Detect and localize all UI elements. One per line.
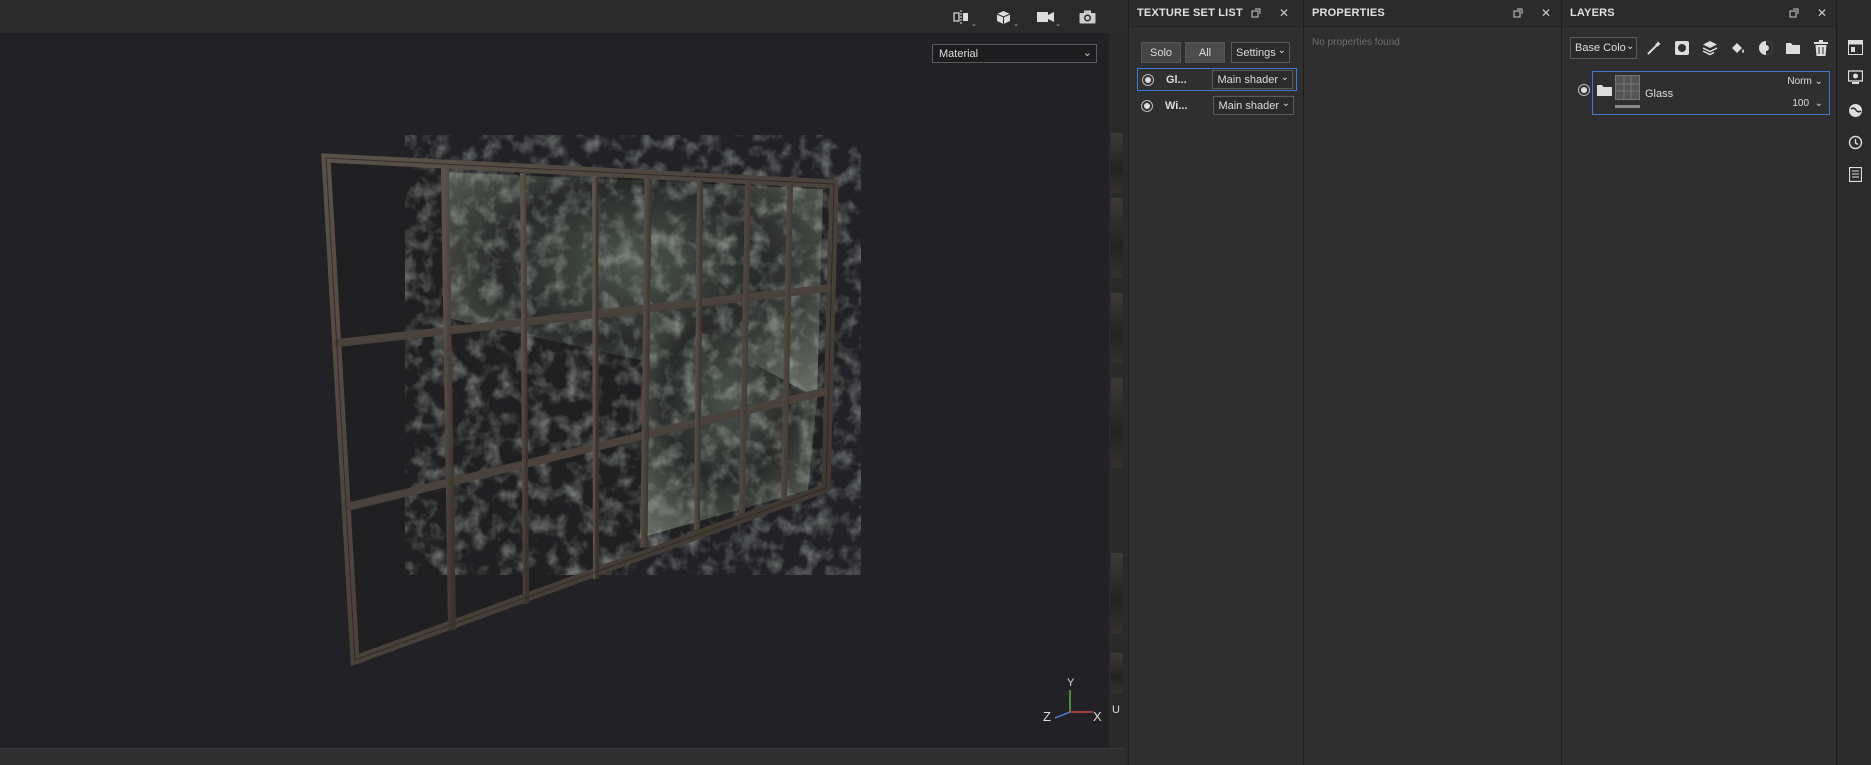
layers-toolbar: Base Colo ⌄ (1570, 36, 1832, 60)
strip-thumbnail (1111, 378, 1123, 468)
chevron-down-icon: ⌄ (1280, 72, 1289, 83)
layers-panel: LAYERS ✕ Base Colo ⌄ Glass Norm ⌄ 100 ⌄ (1561, 0, 1836, 765)
opacity-value: 100 (1792, 98, 1810, 109)
layer-visibility-toggle[interactable] (1578, 84, 1590, 96)
strip-thumbnail (1111, 198, 1123, 278)
texture-set-controls: Solo All (1141, 42, 1225, 63)
texture-set-row[interactable]: Gl... Main shader ⌄ (1137, 68, 1297, 91)
shelf-icon[interactable] (1845, 37, 1865, 57)
symmetry-icon[interactable]: ⌄ (947, 6, 977, 28)
axis-x-label: X (1093, 709, 1102, 724)
add-fill-layer-icon[interactable] (1699, 37, 1721, 59)
add-effect-icon[interactable] (1755, 37, 1777, 59)
trash-icon[interactable] (1810, 37, 1832, 59)
right-sidebar (1836, 0, 1871, 765)
axis-y-label: Y (1067, 677, 1075, 689)
strip-thumbnail (1111, 653, 1123, 693)
camera-icon[interactable]: ⌄ (1031, 6, 1061, 28)
undock-icon[interactable] (1787, 6, 1801, 20)
axis-gizmo: Y X Z (1043, 677, 1102, 724)
add-paint-layer-icon[interactable] (1727, 37, 1749, 59)
properties-panel: PROPERTIES ✕ No properties found (1303, 0, 1561, 765)
texture-set-name: Wi... (1165, 99, 1188, 112)
texture-set-list-header: TEXTURE SET LIST ✕ (1129, 0, 1303, 27)
shader-value: Main shader (1218, 99, 1279, 112)
texture-set-row[interactable]: Wi... Main shader ⌄ (1137, 94, 1297, 117)
channel-select[interactable]: Base Colo ⌄ (1570, 37, 1638, 59)
environment-icon[interactable] (1845, 100, 1865, 120)
all-button[interactable]: All (1185, 42, 1225, 63)
viewport-side-strip: U (1109, 33, 1125, 748)
display-settings-icon[interactable] (1845, 67, 1865, 87)
3d-viewport[interactable]: ⌄ ⌄ ⌄ Material ⌄ Y X Z (0, 0, 1125, 765)
log-icon[interactable] (1845, 164, 1865, 184)
close-icon[interactable]: ✕ (1277, 6, 1291, 20)
visibility-radio[interactable] (1141, 99, 1153, 112)
close-icon[interactable]: ✕ (1815, 6, 1829, 20)
3d-model-window-frame[interactable] (0, 33, 1109, 748)
undock-icon[interactable] (1249, 6, 1263, 20)
solo-button[interactable]: Solo (1141, 42, 1181, 63)
folder-icon (1597, 84, 1612, 99)
layer-thumbnail (1615, 75, 1640, 100)
panel-title: PROPERTIES (1312, 7, 1385, 19)
add-folder-icon[interactable] (1782, 37, 1804, 59)
properties-header: PROPERTIES ✕ (1304, 0, 1561, 27)
texture-set-list-panel: TEXTURE SET LIST ✕ Solo All Settings ⌄ G… (1128, 0, 1303, 765)
strip-thumbnail (1111, 133, 1123, 193)
shader-select[interactable]: Main shader ⌄ (1213, 96, 1294, 115)
channel-value: Base Colo (1575, 42, 1626, 54)
chevron-down-icon: ⌄ (1281, 98, 1290, 109)
layers-header: LAYERS ✕ (1562, 0, 1836, 27)
settings-dropdown[interactable]: Settings ⌄ (1231, 42, 1290, 63)
screenshot-icon[interactable] (1073, 6, 1101, 28)
opacity-dropdown[interactable]: 100 ⌄ (1792, 98, 1823, 109)
blend-mode-value: Norm (1787, 76, 1812, 87)
axis-z-label: Z (1043, 709, 1051, 724)
layer-thumbnail-bar (1615, 105, 1640, 108)
chevron-down-icon: ⌄ (1055, 21, 1061, 28)
texture-set-name: Gl... (1166, 73, 1187, 86)
undock-icon[interactable] (1511, 6, 1525, 20)
panel-title: LAYERS (1570, 7, 1615, 19)
blend-mode-dropdown[interactable]: Norm ⌄ (1787, 76, 1823, 87)
viewport-toolbar: ⌄ ⌄ ⌄ (0, 0, 1109, 33)
panel-title: TEXTURE SET LIST (1137, 7, 1243, 19)
history-icon[interactable] (1845, 132, 1865, 152)
viewport-tools: ⌄ ⌄ ⌄ (947, 4, 1109, 30)
shader-select[interactable]: Main shader ⌄ (1212, 70, 1293, 89)
chevron-down-icon: ⌄ (1626, 41, 1635, 52)
magic-wand-icon[interactable] (1643, 37, 1665, 59)
chevron-down-icon: ⌄ (1013, 21, 1019, 28)
layer-row[interactable]: Glass Norm ⌄ 100 ⌄ (1592, 71, 1830, 115)
chevron-down-icon: ⌄ (1277, 45, 1286, 56)
visibility-radio[interactable] (1142, 73, 1154, 86)
layer-name: Glass (1645, 88, 1674, 100)
strip-thumbnail (1111, 293, 1123, 363)
close-icon[interactable]: ✕ (1539, 6, 1553, 20)
strip-thumbnail (1111, 553, 1123, 633)
chevron-down-icon: ⌄ (971, 21, 977, 28)
app-window: ⌄ ⌄ ⌄ Material ⌄ Y X Z U TEXTURE SET LIS… (0, 0, 1871, 765)
settings-label: Settings (1236, 46, 1276, 59)
viewport-status-bar (0, 748, 1125, 765)
add-mask-icon[interactable] (1671, 37, 1693, 59)
shader-value: Main shader (1217, 73, 1278, 86)
axis-u-label: U (1112, 704, 1120, 716)
cube-view-icon[interactable]: ⌄ (989, 6, 1019, 28)
no-properties-text: No properties found (1312, 37, 1400, 48)
